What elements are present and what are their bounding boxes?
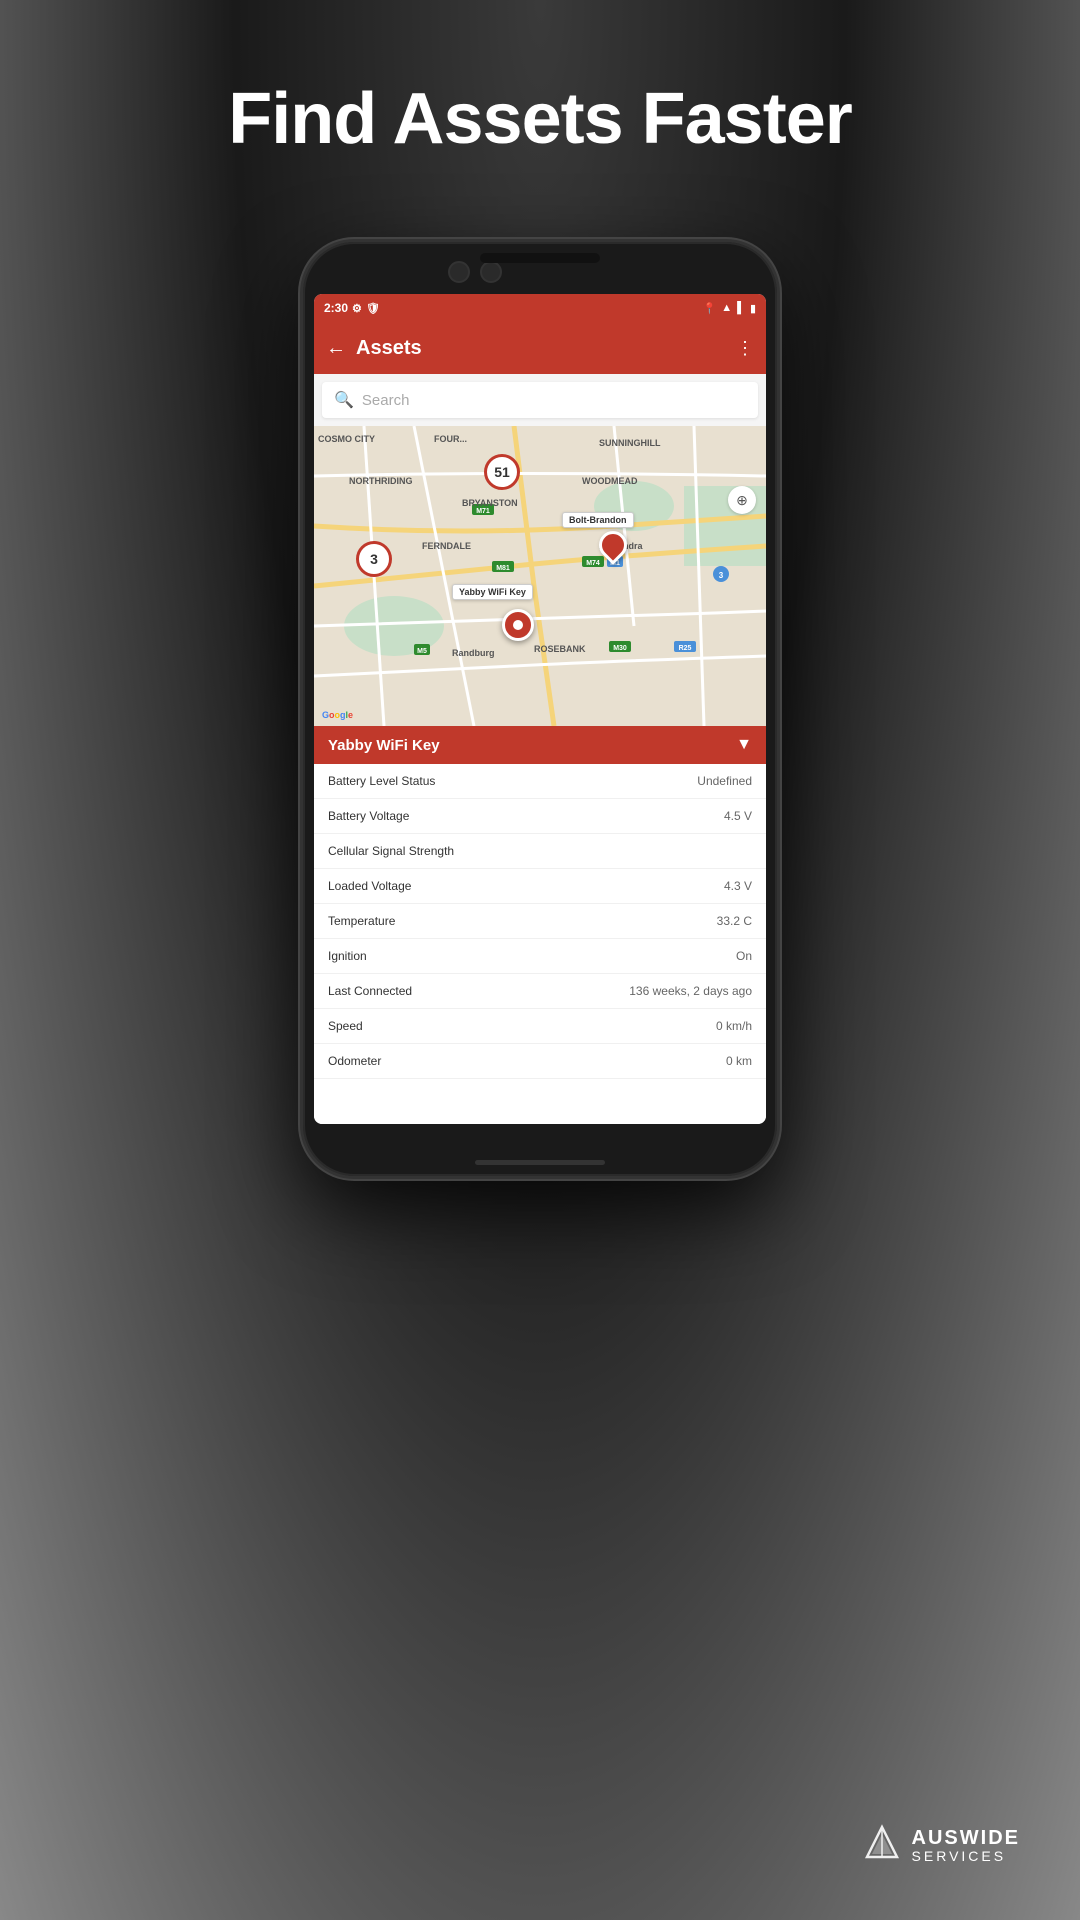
map-tooltip-yabby: Yabby WiFi Key	[452, 584, 533, 600]
compass-button[interactable]: ⊕	[728, 486, 756, 514]
data-row-value: 4.3 V	[724, 879, 752, 893]
data-row-label: Temperature	[328, 914, 395, 928]
svg-text:M5: M5	[417, 648, 427, 655]
status-time: 2:30	[324, 301, 348, 315]
back-button[interactable]: ←	[326, 337, 346, 360]
search-input[interactable]: Search	[362, 392, 410, 409]
asset-name: Yabby WiFi Key	[328, 737, 440, 754]
data-row-value: Undefined	[697, 774, 752, 788]
map-pin-selected[interactable]	[502, 609, 534, 641]
logo-text: AUSWIDE SERVICES	[912, 1827, 1020, 1864]
data-row-value: 0 km	[726, 1054, 752, 1068]
data-row: Loaded Voltage 4.3 V	[314, 869, 766, 904]
home-indicator	[475, 1160, 605, 1165]
data-row: Battery Voltage 4.5 V	[314, 799, 766, 834]
phone-mockup: 2:30 ⚙ 🛡 📍 ▲ ▌ ▮ ← Assets ⋮ 🔍 Search	[300, 239, 780, 1179]
asset-panel: Yabby WiFi Key ▼	[314, 726, 766, 764]
auswide-logo: AUSWIDE SERVICES	[862, 1822, 1020, 1870]
svg-text:3: 3	[719, 571, 724, 580]
data-row: Cellular Signal Strength	[314, 834, 766, 869]
map-background: M71 M81 M74 M1 M5 M30 R25	[314, 426, 766, 726]
search-bar[interactable]: 🔍 Search	[322, 382, 758, 418]
map-label-ferndale: FERNDALE	[422, 541, 471, 551]
map-cluster-3[interactable]: 3	[356, 541, 392, 577]
status-right-icons: 📍 ▲ ▌ ▮	[703, 302, 756, 315]
map-tooltip-bolt: Bolt-Brandon	[562, 512, 634, 528]
data-row: Speed 0 km/h	[314, 1009, 766, 1044]
data-row-label: Ignition	[328, 949, 367, 963]
search-icon: 🔍	[334, 390, 354, 410]
logo-icon	[862, 1822, 902, 1870]
data-row-value: 33.2 C	[717, 914, 752, 928]
data-row-value: 136 weeks, 2 days ago	[629, 984, 752, 998]
data-row-label: Battery Level Status	[328, 774, 435, 788]
asset-chevron-icon[interactable]: ▼	[736, 736, 752, 754]
map-label-woodmead: WOODMEAD	[582, 476, 638, 486]
data-row-value: On	[736, 949, 752, 963]
map-label-sunning: SUNNINGHILL	[599, 438, 661, 448]
settings-icon: ⚙	[352, 302, 362, 315]
logo-auswide: AUSWIDE	[912, 1827, 1020, 1849]
svg-text:M30: M30	[613, 645, 627, 652]
app-header: ← Assets ⋮	[314, 322, 766, 374]
data-row-label: Speed	[328, 1019, 363, 1033]
data-row-label: Loaded Voltage	[328, 879, 411, 893]
phone-screen: 2:30 ⚙ 🛡 📍 ▲ ▌ ▮ ← Assets ⋮ 🔍 Search	[314, 294, 766, 1124]
google-logo: Google	[322, 710, 353, 720]
svg-text:M71: M71	[476, 508, 490, 515]
location-icon: 📍	[703, 302, 717, 315]
data-row-label: Battery Voltage	[328, 809, 409, 823]
signal-icon: ▌	[737, 302, 745, 314]
status-bar: 2:30 ⚙ 🛡 📍 ▲ ▌ ▮	[314, 294, 766, 322]
map-cluster-51[interactable]: 51	[484, 454, 520, 490]
data-row: Odometer 0 km	[314, 1044, 766, 1079]
data-row-value: 0 km/h	[716, 1019, 752, 1033]
map-label-randburg: Randburg	[452, 648, 495, 658]
status-time-area: 2:30 ⚙ 🛡	[324, 301, 380, 315]
asset-header[interactable]: Yabby WiFi Key ▼	[314, 726, 766, 764]
logo-services: SERVICES	[912, 1849, 1020, 1864]
shield-icon: 🛡	[366, 302, 380, 315]
map-view[interactable]: M71 M81 M74 M1 M5 M30 R25	[314, 426, 766, 726]
asset-data-rows: Battery Level Status Undefined Battery Vol…	[314, 764, 766, 1124]
map-pin-bolt[interactable]	[599, 531, 627, 559]
speaker-grill	[480, 253, 600, 263]
data-row: Battery Level Status Undefined	[314, 764, 766, 799]
menu-button[interactable]: ⋮	[736, 338, 754, 359]
headline: Find Assets Faster	[228, 80, 852, 159]
header-title: Assets	[356, 337, 736, 360]
svg-text:M74: M74	[586, 560, 600, 567]
svg-text:R25: R25	[679, 645, 692, 652]
data-row-label: Cellular Signal Strength	[328, 844, 454, 858]
battery-icon: ▮	[750, 302, 756, 315]
svg-text:M81: M81	[496, 565, 510, 572]
map-label-four: FOUR...	[434, 434, 467, 444]
map-label-rosebank: ROSEBANK	[534, 644, 586, 654]
data-row-label: Last Connected	[328, 984, 412, 998]
data-row: Ignition On	[314, 939, 766, 974]
map-label-northriding: NORTHRIDING	[349, 476, 413, 486]
data-row: Last Connected 136 weeks, 2 days ago	[314, 974, 766, 1009]
map-label-bryanston: BRYANSTON	[462, 498, 518, 508]
data-row-label: Odometer	[328, 1054, 381, 1068]
wifi-icon: ▲	[721, 302, 732, 314]
data-row: Temperature 33.2 C	[314, 904, 766, 939]
map-label-cosmo: COSMO CITY	[318, 434, 375, 444]
data-row-value: 4.5 V	[724, 809, 752, 823]
